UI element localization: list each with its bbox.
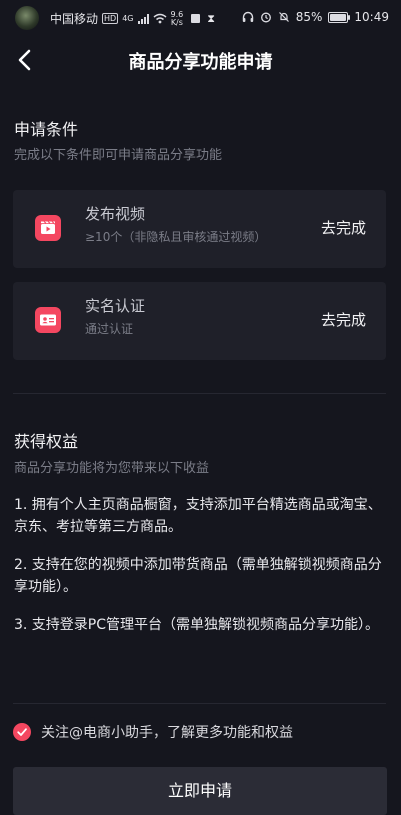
conditions-heading: 申请条件 — [14, 120, 79, 139]
apply-now-button[interactable]: 立即申请 — [13, 767, 387, 815]
page-title: 商品分享功能申请 — [128, 52, 273, 73]
benefit-item: 2. 支持在您的视频中添加带货商品（需单独解锁视频商品分享功能）。 — [14, 557, 382, 595]
hourglass-icon: ⧗ — [207, 11, 215, 25]
headphones-icon — [242, 11, 253, 22]
notification-avatar-icon — [15, 6, 39, 30]
condition-title: 发布视频 — [85, 205, 146, 223]
battery-icon — [328, 11, 351, 23]
nav-bar: 商品分享功能申请 — [0, 36, 401, 84]
conditions-subtitle: 完成以下条件即可申请商品分享功能 — [14, 148, 223, 163]
wifi-icon — [153, 13, 166, 24]
network-type: 4G — [122, 13, 134, 23]
condition-card-video: 发布视频 ≥10个（非隐私且审核通过视频） 去完成 — [13, 190, 386, 268]
condition-subtitle: ≥10个（非隐私且审核通过视频） — [85, 230, 267, 244]
hd-badge: HD — [102, 13, 119, 24]
follow-checkbox[interactable] — [13, 723, 31, 741]
battery-percent: 85% — [295, 10, 323, 24]
go-complete-button[interactable]: 去完成 — [321, 217, 366, 238]
mute-bell-icon — [278, 12, 289, 22]
follow-assistant-row[interactable]: 关注@电商小助手，了解更多功能和权益 — [13, 722, 293, 742]
carrier-label: 中国移动 — [50, 12, 99, 26]
video-clapper-icon — [35, 215, 61, 241]
section-divider — [13, 393, 386, 394]
id-card-icon — [35, 307, 61, 333]
signal-icon — [137, 13, 149, 24]
speed-unit: K/s — [170, 17, 183, 27]
status-bar: 中国移动 HD 4G 9.6 K/s ⧗ 85% 10:49 — [0, 0, 401, 36]
benefit-item: 3. 支持登录PC管理平台（需单独解锁视频商品分享功能）。 — [14, 617, 380, 633]
alarm-clock-icon — [260, 12, 271, 23]
network-speed: 9.6 K/s — [170, 10, 184, 27]
stop-icon — [191, 14, 201, 23]
go-complete-button[interactable]: 去完成 — [321, 309, 366, 330]
section-divider — [13, 703, 386, 704]
condition-subtitle: 通过认证 — [85, 322, 134, 336]
checkmark-icon — [17, 728, 27, 736]
benefits-heading: 获得权益 — [14, 432, 79, 451]
follow-label: 关注@电商小助手，了解更多功能和权益 — [41, 725, 293, 741]
benefit-item: 1. 拥有个人主页商品橱窗，支持添加平台精选商品或淘宝、京东、考拉等第三方商品。 — [14, 497, 382, 535]
condition-card-realname: 实名认证 通过认证 去完成 — [13, 282, 386, 360]
clock-time: 10:49 — [354, 10, 389, 24]
status-left: 中国移动 HD 4G 9.6 K/s ⧗ — [50, 10, 215, 27]
condition-title: 实名认证 — [85, 297, 146, 315]
status-right: 85% 10:49 — [242, 10, 389, 24]
benefits-subtitle: 商品分享功能将为您带来以下收益 — [14, 461, 210, 476]
